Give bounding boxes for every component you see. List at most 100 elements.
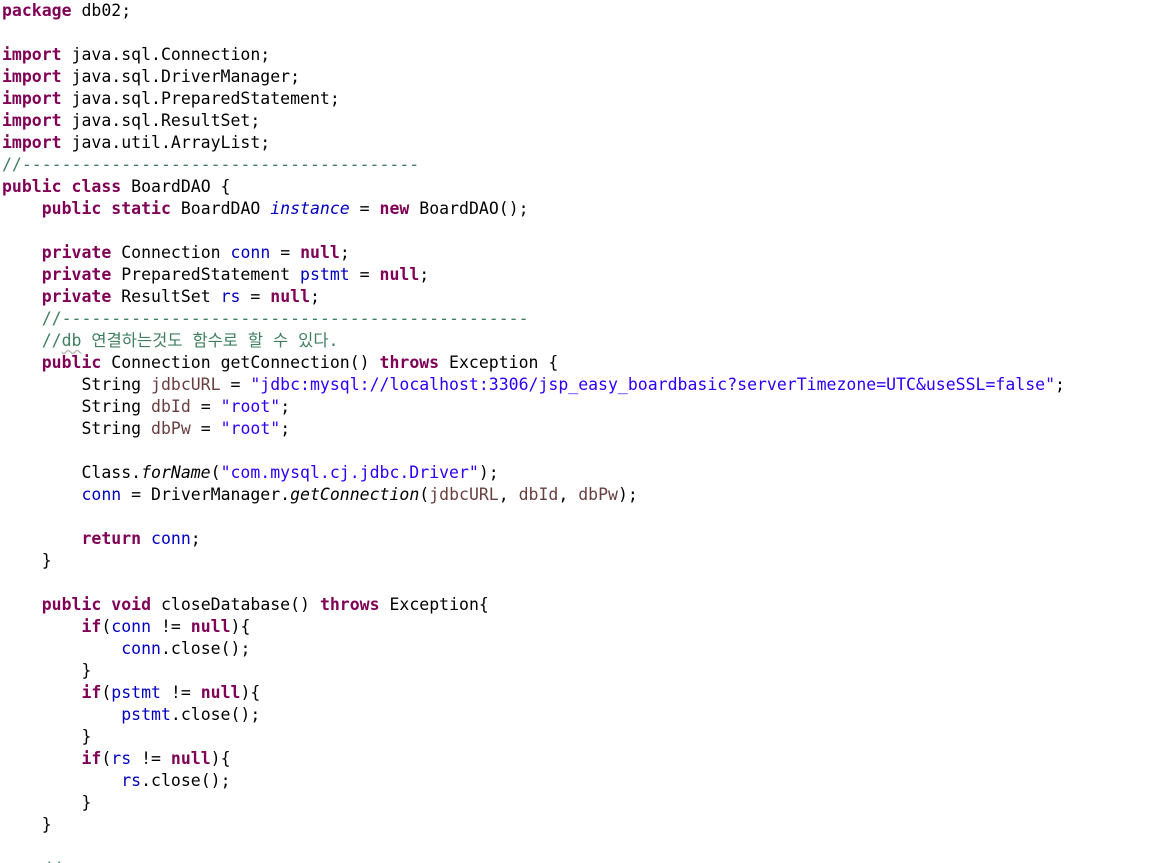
code-line[interactable]: ​ bbox=[2, 22, 1172, 44]
code-line[interactable]: } bbox=[2, 792, 1172, 814]
code-token: Class. bbox=[2, 463, 142, 482]
code-line[interactable]: public Connection getConnection() throws… bbox=[2, 352, 1172, 374]
code-token: dbPw bbox=[151, 419, 191, 438]
code-line[interactable]: conn = DriverManager.getConnection(jdbcU… bbox=[2, 484, 1172, 506]
code-line[interactable]: import java.sql.PreparedStatement; bbox=[2, 88, 1172, 110]
code-line[interactable]: ​ bbox=[2, 836, 1172, 858]
code-line[interactable]: ​ bbox=[2, 506, 1172, 528]
code-token: return bbox=[81, 529, 142, 548]
code-line[interactable]: pstmt.close(); bbox=[2, 704, 1172, 726]
code-token: ){ bbox=[210, 749, 231, 768]
code-line[interactable]: String dbId = "root"; bbox=[2, 396, 1172, 418]
code-token: import bbox=[2, 111, 62, 130]
code-token: class bbox=[71, 177, 122, 196]
code-token: ; bbox=[280, 397, 291, 416]
code-token: import bbox=[2, 89, 62, 108]
code-line[interactable]: package db02; bbox=[2, 0, 1172, 22]
code-token: pstmt bbox=[111, 683, 161, 702]
code-line[interactable]: } bbox=[2, 660, 1172, 682]
code-token: BoardDAO(); bbox=[409, 199, 529, 218]
code-token: = bbox=[190, 419, 221, 438]
code-line[interactable]: if(pstmt != null){ bbox=[2, 682, 1172, 704]
code-token: import bbox=[2, 67, 62, 86]
code-token: java.sql.PreparedStatement; bbox=[61, 89, 340, 108]
code-token: = bbox=[270, 243, 301, 262]
code-line[interactable]: if(conn != null){ bbox=[2, 616, 1172, 638]
code-token: ){ bbox=[230, 617, 251, 636]
code-line[interactable]: Class.forName("com.mysql.cj.jdbc.Driver"… bbox=[2, 462, 1172, 484]
code-token: ; bbox=[339, 243, 350, 262]
code-line[interactable]: rs.close(); bbox=[2, 770, 1172, 792]
code-token: ResultSet bbox=[111, 287, 221, 306]
code-token: null bbox=[300, 243, 340, 262]
code-token: ( bbox=[101, 749, 112, 768]
code-token: String bbox=[2, 419, 152, 438]
code-line[interactable]: String dbPw = "root"; bbox=[2, 418, 1172, 440]
code-token: rs bbox=[220, 287, 241, 306]
code-line[interactable]: import java.sql.ResultSet; bbox=[2, 110, 1172, 132]
code-token: ( bbox=[101, 683, 112, 702]
code-token: "root" bbox=[220, 397, 281, 416]
code-token: } bbox=[2, 661, 92, 680]
code-token: new bbox=[379, 199, 410, 218]
code-token: getConnection bbox=[290, 485, 420, 504]
code-line[interactable]: //--------------------------------------… bbox=[2, 154, 1172, 176]
code-token: conn bbox=[230, 243, 271, 262]
code-token: null bbox=[190, 617, 231, 636]
code-line[interactable]: import java.sql.Connection; bbox=[2, 44, 1172, 66]
code-line[interactable]: private ResultSet rs = null; bbox=[2, 286, 1172, 308]
code-token: PreparedStatement bbox=[111, 265, 301, 284]
code-token: ; bbox=[1055, 375, 1065, 394]
code-token: conn bbox=[111, 617, 152, 636]
code-token: null bbox=[270, 287, 311, 306]
code-line[interactable]: public static BoardDAO instance = new Bo… bbox=[2, 198, 1172, 220]
code-token: String bbox=[2, 397, 152, 416]
code-token: private bbox=[41, 265, 112, 284]
code-token: ){ bbox=[240, 683, 261, 702]
code-line[interactable]: import java.util.ArrayList; bbox=[2, 132, 1172, 154]
code-line[interactable]: String jdbcURL = "jdbc:mysql://localhost… bbox=[2, 374, 1172, 396]
code-token: Connection bbox=[111, 243, 231, 262]
code-token: } bbox=[2, 793, 92, 812]
code-token: //--------------------------------------… bbox=[2, 155, 420, 174]
code-line[interactable]: } bbox=[2, 814, 1172, 836]
code-token: Connection getConnection() bbox=[101, 353, 380, 372]
code-line[interactable]: conn.close(); bbox=[2, 638, 1172, 660]
code-token: ; bbox=[280, 419, 291, 438]
code-line[interactable]: public class BoardDAO { bbox=[2, 176, 1172, 198]
code-token: static bbox=[111, 199, 171, 218]
code-line[interactable]: private Connection conn = null; bbox=[2, 242, 1172, 264]
code-token: closeDatabase() bbox=[151, 595, 320, 614]
code-line[interactable]: if(rs != null){ bbox=[2, 748, 1172, 770]
code-editor[interactable]: package db02;​import java.sql.Connection… bbox=[2, 0, 1172, 863]
code-token: forName bbox=[141, 463, 211, 482]
code-token: package bbox=[2, 1, 72, 20]
code-token: = bbox=[349, 199, 380, 218]
code-line[interactable]: public void closeDatabase() throws Excep… bbox=[2, 594, 1172, 616]
code-line[interactable]: // bbox=[2, 858, 1172, 863]
code-line[interactable]: } bbox=[2, 550, 1172, 572]
code-line[interactable]: ​ bbox=[2, 572, 1172, 594]
code-token: Exception{ bbox=[379, 595, 489, 614]
code-line[interactable]: import java.sql.DriverManager; bbox=[2, 66, 1172, 88]
code-token: = bbox=[240, 287, 271, 306]
code-token: public bbox=[2, 177, 62, 196]
code-line[interactable]: ​ bbox=[2, 440, 1172, 462]
code-line[interactable]: private PreparedStatement pstmt = null; bbox=[2, 264, 1172, 286]
code-line[interactable]: } bbox=[2, 726, 1172, 748]
code-line[interactable]: return conn; bbox=[2, 528, 1172, 550]
code-token: dbId bbox=[151, 397, 191, 416]
code-token: } bbox=[2, 727, 92, 746]
code-token: java.sql.DriverManager; bbox=[61, 67, 301, 86]
code-line[interactable]: //--------------------------------------… bbox=[2, 308, 1172, 330]
code-token: conn bbox=[151, 529, 191, 548]
code-line[interactable]: //db 연결하는것도 함수로 할 수 있다. bbox=[2, 330, 1172, 352]
code-line[interactable]: ​ bbox=[2, 220, 1172, 242]
code-token: ); bbox=[618, 485, 638, 504]
